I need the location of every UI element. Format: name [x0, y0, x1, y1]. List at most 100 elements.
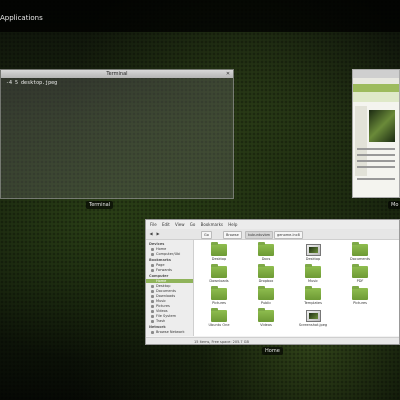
file-item[interactable]: Documents — [343, 242, 377, 264]
computer-icon — [151, 253, 154, 256]
file-label: Downloads — [209, 279, 229, 283]
folder-icon — [151, 310, 154, 313]
file-item[interactable]: Desktop — [296, 244, 330, 264]
file-item[interactable]: Videos — [249, 308, 283, 330]
file-label: Desktop — [305, 257, 321, 261]
sidebar-header: Devices — [149, 242, 165, 246]
path-current[interactable]: genome-lnc8 — [274, 231, 303, 239]
file-manager-caption: Home — [262, 347, 283, 355]
browser-site-banner — [353, 92, 399, 102]
sidebar-item-desktop[interactable]: Desktop — [156, 284, 170, 288]
terminal-window[interactable]: Terminal ✕ -4 5 desktop.jpeg — [0, 69, 234, 199]
browser-text-line — [357, 160, 395, 162]
image-file-icon — [305, 244, 321, 256]
status-text: 15 items, Free space: 205.7 GB — [194, 340, 249, 344]
file-manager-window[interactable]: File Edit View Go Bookmarks Help ◀ ▶ Go … — [145, 219, 400, 345]
sidebar-header: Bookmarks — [149, 258, 171, 262]
places-sidebar: Devices Home Computer/Ubi Bookmarks Page… — [146, 240, 194, 336]
browser-text-line — [357, 178, 395, 180]
activities-button[interactable]: Applications — [0, 14, 43, 22]
file-item[interactable]: Dropbox — [249, 264, 283, 286]
menu-help[interactable]: Help — [228, 220, 237, 229]
folder-icon — [352, 286, 368, 300]
path-go[interactable]: Go — [201, 231, 212, 239]
browser-window[interactable] — [352, 69, 400, 198]
file-item[interactable]: Ubuntu One — [202, 308, 236, 330]
back-icon[interactable]: ◀ — [148, 231, 154, 237]
browser-text-line — [357, 154, 395, 156]
folder-icon — [305, 264, 321, 278]
folder-icon — [258, 242, 274, 256]
sidebar-item-network[interactable]: Browse Network — [156, 330, 184, 334]
folder-icon — [211, 264, 227, 278]
file-label: Pictures — [212, 301, 226, 305]
terminal-caption: Terminal — [86, 201, 114, 209]
sidebar-item-trash[interactable]: Trash — [156, 319, 165, 323]
file-item[interactable]: Docs — [249, 242, 283, 264]
file-item[interactable]: Templates — [296, 286, 330, 308]
sidebar-item-videos[interactable]: Videos — [156, 309, 168, 313]
sidebar-item-pictures[interactable]: Pictures — [156, 304, 170, 308]
sidebar-item-computer[interactable]: Computer/Ubi — [156, 252, 180, 256]
file-item[interactable]: Pictures — [202, 286, 236, 308]
folder-icon — [151, 305, 154, 308]
file-item[interactable]: PDF — [343, 264, 377, 286]
path-browse[interactable]: Browse — [223, 231, 242, 239]
sidebar-item-documents[interactable]: Documents — [156, 289, 176, 293]
browser-caption: Mo — [388, 201, 400, 209]
folder-icon — [258, 286, 274, 300]
trash-icon — [151, 320, 154, 323]
browser-site-image — [369, 110, 395, 142]
sidebar-item-bookmark[interactable]: Page — [156, 263, 164, 267]
file-item[interactable]: Music — [296, 264, 330, 286]
file-label: Pictures — [353, 301, 367, 305]
folder-icon — [151, 290, 154, 293]
terminal-titlebar[interactable]: Terminal ✕ — [1, 70, 233, 78]
file-label: Ubuntu One — [208, 323, 230, 327]
forward-icon[interactable]: ▶ — [155, 231, 161, 237]
file-label: Public — [260, 301, 272, 305]
sidebar-item-home[interactable]: Home — [156, 247, 166, 251]
menu-view[interactable]: View — [175, 220, 185, 229]
file-label: Desktop — [211, 257, 227, 261]
file-label: Screenshot.jpeg — [298, 323, 328, 327]
sidebar-item-bookmark[interactable]: Forwards — [156, 268, 172, 272]
path-user[interactable]: kubuntuvbm — [245, 231, 274, 239]
folder-icon — [352, 264, 368, 278]
top-bar: Applications — [0, 0, 400, 32]
drive-icon — [151, 248, 154, 251]
menu-go[interactable]: Go — [190, 220, 196, 229]
terminal-title: Terminal — [106, 71, 128, 77]
menu-edit[interactable]: Edit — [162, 220, 170, 229]
file-item[interactable]: Public — [249, 286, 283, 308]
status-bar: 15 items, Free space: 205.7 GB — [146, 337, 399, 344]
sidebar-item-music[interactable]: Music — [156, 299, 166, 303]
sidebar-header: Computer — [149, 274, 169, 278]
sidebar-header: Network — [149, 325, 166, 329]
sidebar-item-filesystem[interactable]: File System — [156, 314, 176, 318]
folder-icon — [211, 308, 227, 322]
close-icon[interactable]: ✕ — [225, 71, 231, 77]
folder-icon — [258, 308, 274, 322]
bookmark-icon — [151, 264, 154, 267]
file-label: Music — [308, 279, 318, 283]
folder-icon — [305, 286, 321, 300]
menu-file[interactable]: File — [150, 220, 157, 229]
folder-icon — [352, 242, 368, 256]
file-item[interactable]: Desktop — [202, 242, 236, 264]
file-item[interactable]: Screenshot.jpeg — [296, 310, 330, 330]
network-icon — [151, 331, 154, 334]
browser-text-line — [357, 148, 395, 150]
folder-icon — [211, 242, 227, 256]
file-item[interactable]: Downloads — [202, 264, 236, 286]
menu-bookmarks[interactable]: Bookmarks — [201, 220, 223, 229]
toolbar: ◀ ▶ Go Browse kubuntuvbm genome-lnc8 — [146, 229, 399, 240]
file-item[interactable]: Pictures — [343, 286, 377, 308]
folder-icon — [151, 295, 154, 298]
image-file-icon — [305, 310, 321, 322]
file-label: PDF — [356, 279, 364, 283]
sidebar-item-downloads[interactable]: Downloads — [156, 294, 175, 298]
browser-text-line — [357, 166, 395, 168]
file-label: Videos — [260, 323, 272, 327]
sidebar-item-home-selected[interactable]: Home — [146, 279, 193, 283]
